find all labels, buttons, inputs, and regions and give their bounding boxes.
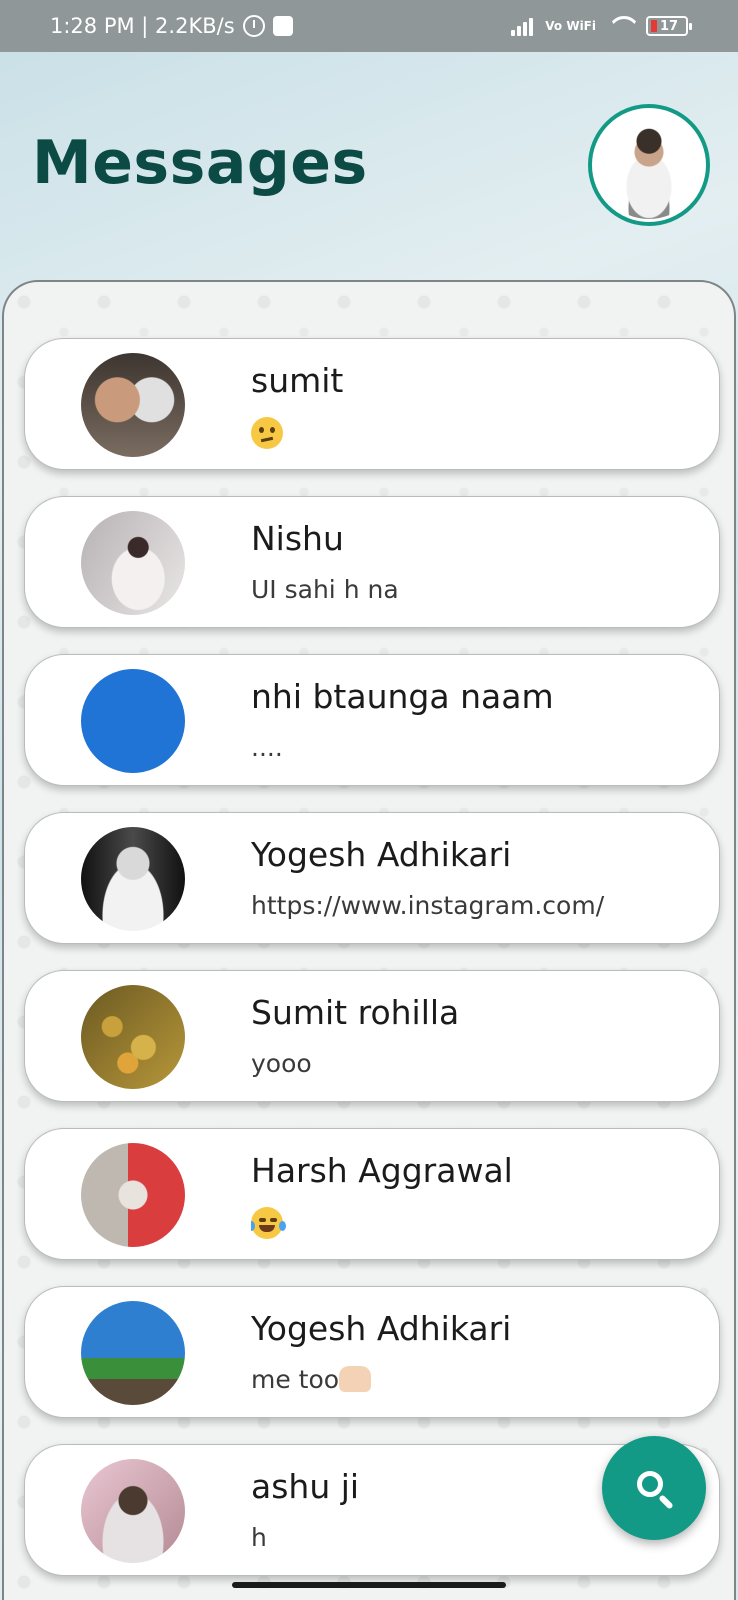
- battery-level: 17: [660, 18, 679, 34]
- avatar: [81, 353, 185, 457]
- chat-message-text: me too: [251, 1365, 340, 1394]
- chat-item[interactable]: Yogesh Adhikari https://www.instagram.co…: [24, 812, 720, 944]
- chat-name: ashu ji: [251, 1467, 360, 1506]
- battery-icon: 17: [646, 16, 692, 36]
- user-avatar-icon: [595, 111, 703, 219]
- chat-message: yooo: [251, 1049, 312, 1078]
- chat-name: Yogesh Adhikari: [251, 835, 512, 874]
- chat-name: nhi btaunga naam: [251, 677, 554, 716]
- avatar: [81, 985, 185, 1089]
- chat-name: Nishu: [251, 519, 344, 558]
- chat-message: https://www.instagram.com/: [251, 891, 605, 920]
- messages-screen: 1:28 PM | 2.2KB/s Vo WiFi 17 Messages su…: [0, 0, 738, 1600]
- confused-face-emoji: [251, 417, 283, 449]
- avatar: [81, 669, 185, 773]
- avatar: [81, 511, 185, 615]
- avatar: [81, 1143, 185, 1247]
- chat-item[interactable]: nhi btaunga naam ....: [24, 654, 720, 786]
- status-time: 1:28 PM | 2.2KB/s: [50, 14, 235, 38]
- face-with-tears-of-joy-emoji: [251, 1207, 283, 1239]
- vowifi-label: Vo WiFi: [545, 19, 596, 33]
- profile-avatar[interactable]: [588, 104, 710, 226]
- search-icon: [637, 1471, 663, 1497]
- chat-item[interactable]: Nishu UI sahi h na: [24, 496, 720, 628]
- chat-message: [251, 1207, 671, 1239]
- chat-list: sumit Nishu UI sahi h na nhi btaunga naa…: [24, 338, 720, 1600]
- chat-message: ....: [251, 733, 283, 762]
- chat-message: me too: [251, 1365, 671, 1397]
- chat-message: [251, 417, 671, 449]
- status-bar: 1:28 PM | 2.2KB/s Vo WiFi 17: [0, 0, 738, 52]
- avatar: [81, 1459, 185, 1563]
- chat-panel: sumit Nishu UI sahi h na nhi btaunga naa…: [2, 280, 736, 1600]
- notification-icon: [272, 16, 293, 36]
- chat-message: UI sahi h na: [251, 575, 399, 604]
- chat-item[interactable]: Harsh Aggrawal: [24, 1128, 720, 1260]
- chat-item[interactable]: Yogesh Adhikari me too: [24, 1286, 720, 1418]
- chat-item[interactable]: Sumit rohilla yooo: [24, 970, 720, 1102]
- home-indicator[interactable]: [232, 1582, 506, 1588]
- page-title: Messages: [32, 128, 368, 198]
- chat-item[interactable]: sumit: [24, 338, 720, 470]
- chat-name: sumit: [251, 361, 344, 400]
- avatar: [81, 1301, 185, 1405]
- raising-hands-emoji: [339, 1366, 372, 1392]
- signal-icon: [511, 16, 534, 36]
- chat-name: Harsh Aggrawal: [251, 1151, 513, 1190]
- avatar: [81, 827, 185, 931]
- chat-message: h: [251, 1523, 267, 1552]
- alarm-icon: [242, 15, 265, 37]
- search-fab-button[interactable]: [602, 1436, 706, 1540]
- chat-name: Yogesh Adhikari: [251, 1309, 512, 1348]
- chat-name: Sumit rohilla: [251, 993, 460, 1032]
- wifi-icon: [608, 16, 634, 36]
